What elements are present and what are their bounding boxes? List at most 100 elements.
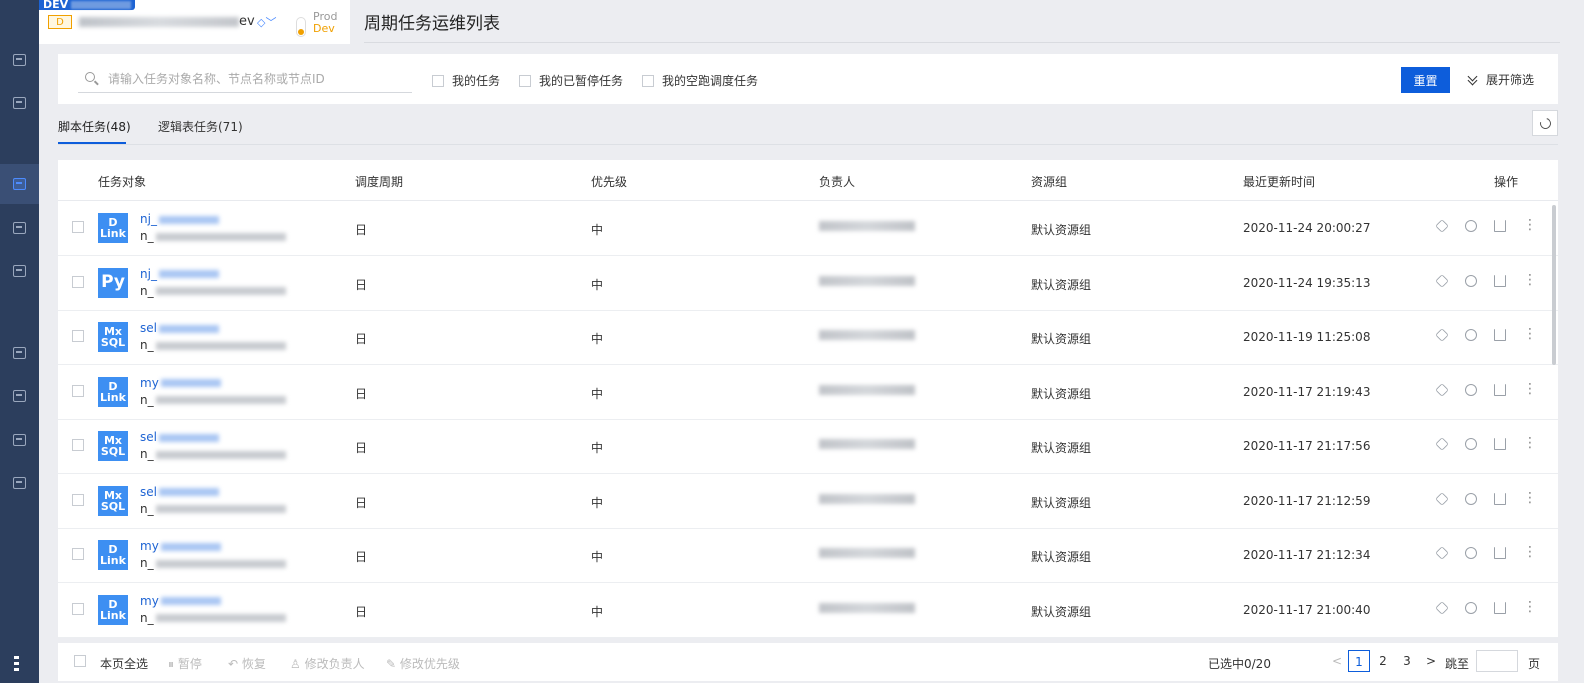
task-name-link[interactable]: my xyxy=(140,539,221,553)
tab-logic-table-tasks[interactable]: 逻辑表任务(71) xyxy=(158,118,243,135)
deploy-icon[interactable] xyxy=(1494,547,1506,559)
more-icon[interactable]: ⋮ xyxy=(1523,273,1537,287)
rail-item-dashboard[interactable] xyxy=(0,40,39,80)
task-name-link[interactable]: nj_ xyxy=(140,212,219,226)
pause-button[interactable]: ⏸ 暂停 xyxy=(168,655,202,672)
link-icon[interactable] xyxy=(1465,383,1477,396)
more-icon[interactable]: ⋮ xyxy=(1523,218,1537,232)
link-icon[interactable] xyxy=(1465,438,1477,450)
select-all-label[interactable]: 本页全选 xyxy=(100,655,148,672)
filter-my-dry-run-tasks[interactable]: 我的空跑调度任务 xyxy=(642,72,758,89)
page-2[interactable]: 2 xyxy=(1372,650,1394,672)
project-dropdown-icon[interactable]: ◇﹀ xyxy=(257,14,276,30)
rail-item-operations[interactable] xyxy=(0,164,39,204)
more-icon[interactable]: ⋮ xyxy=(1523,436,1537,450)
deploy-icon[interactable] xyxy=(1494,601,1506,614)
table-row[interactable]: D Link nj_ n_ 日 中 默认资源组 2020-11-24 20:00:27 ⋮ xyxy=(58,201,1558,256)
change-priority-button[interactable]: ✎ 修改优先级 xyxy=(386,655,460,672)
row-checkbox[interactable] xyxy=(72,548,84,560)
task-node-name: n_ xyxy=(140,229,286,243)
reset-button[interactable]: 重置 xyxy=(1401,67,1450,93)
deploy-icon[interactable] xyxy=(1494,220,1506,232)
rail-item-quality[interactable] xyxy=(0,333,39,373)
header-owner: 负责人 xyxy=(819,175,856,189)
link-icon[interactable] xyxy=(1465,601,1477,614)
search-input[interactable] xyxy=(106,69,410,89)
change-owner-button[interactable]: ♙ 修改负责人 xyxy=(290,655,365,672)
link-icon[interactable] xyxy=(1465,329,1477,341)
expand-filter-button[interactable]: 展开筛选 xyxy=(1468,71,1534,88)
link-icon[interactable] xyxy=(1465,547,1477,559)
page-3[interactable]: 3 xyxy=(1396,650,1418,672)
deploy-icon[interactable] xyxy=(1494,492,1506,505)
link-icon[interactable] xyxy=(1465,220,1477,232)
cell-priority: 中 xyxy=(591,332,604,346)
menu-icon[interactable] xyxy=(14,653,19,671)
table-row[interactable]: D Link my n_ 日 中 默认资源组 2020-11-17 21:00:40 ⋮ xyxy=(58,583,1558,638)
cell-owner xyxy=(819,384,915,395)
table-row[interactable]: Mx SQL sel n_ 日 中 默认资源组 2020-11-19 11:25:08 ⋮ xyxy=(58,310,1558,365)
more-icon[interactable]: ⋮ xyxy=(1523,382,1537,396)
checkbox[interactable] xyxy=(642,74,654,87)
rail-item-develop[interactable] xyxy=(0,83,39,123)
rail-item-assets[interactable] xyxy=(0,376,39,416)
filter-my-paused-tasks[interactable]: 我的已暂停任务 xyxy=(519,72,623,89)
rail-item-data[interactable] xyxy=(0,208,39,248)
more-icon[interactable]: ⋮ xyxy=(1523,491,1537,505)
more-icon[interactable]: ⋮ xyxy=(1523,545,1537,559)
table-row[interactable]: Mx SQL sel n_ 日 中 默认资源组 2020-11-17 21:17:56 ⋮ xyxy=(58,419,1558,474)
row-checkbox[interactable] xyxy=(72,221,84,233)
task-name-link[interactable]: sel xyxy=(140,321,219,335)
table-row[interactable]: D Link my n_ 日 中 默认资源组 2020-11-17 21:19:43 ⋮ xyxy=(58,365,1558,420)
row-checkbox[interactable] xyxy=(72,493,84,506)
row-checkbox[interactable] xyxy=(72,384,84,397)
resume-button[interactable]: ↶ 恢复 xyxy=(228,655,266,672)
page-1[interactable]: 1 xyxy=(1348,650,1370,672)
deploy-icon[interactable] xyxy=(1494,274,1506,287)
dlink-task-icon: D Link xyxy=(98,213,128,243)
row-checkbox[interactable] xyxy=(72,275,84,288)
dag-icon[interactable] xyxy=(1435,382,1449,397)
deploy-icon[interactable] xyxy=(1494,329,1506,341)
checkbox[interactable] xyxy=(519,74,531,87)
task-name-link[interactable]: my xyxy=(140,376,221,390)
select-all-checkbox[interactable] xyxy=(74,655,86,667)
table-row[interactable]: D Link my n_ 日 中 默认资源组 2020-11-17 21:12:34 ⋮ xyxy=(58,528,1558,583)
checkbox[interactable] xyxy=(432,74,444,87)
refresh-button[interactable] xyxy=(1532,110,1558,136)
link-icon[interactable] xyxy=(1465,274,1477,287)
scrollbar[interactable] xyxy=(1552,205,1556,365)
dag-icon[interactable] xyxy=(1435,437,1449,451)
rail-item-security[interactable] xyxy=(0,420,39,460)
table-row[interactable]: Py nj_ n_ 日 中 默认资源组 2020-11-24 19:35:13 ⋮ xyxy=(58,256,1558,311)
next-page-icon[interactable]: > xyxy=(1426,654,1436,668)
dag-icon[interactable] xyxy=(1435,600,1449,615)
deploy-icon[interactable] xyxy=(1494,438,1506,450)
dag-icon[interactable] xyxy=(1435,273,1449,288)
more-icon[interactable]: ⋮ xyxy=(1523,327,1537,341)
row-checkbox[interactable] xyxy=(72,330,84,342)
dag-icon[interactable] xyxy=(1435,328,1449,342)
tab-script-tasks[interactable]: 脚本任务(48) xyxy=(58,118,131,135)
table-row[interactable]: Mx SQL sel n_ 日 中 默认资源组 2020-11-17 21:12:59 ⋮ xyxy=(58,474,1558,529)
prev-page-icon[interactable]: < xyxy=(1332,654,1342,668)
jump-page-input[interactable] xyxy=(1476,650,1518,672)
link-icon[interactable] xyxy=(1465,492,1477,505)
row-checkbox[interactable] xyxy=(72,439,84,451)
rail-item-analytics[interactable] xyxy=(0,463,39,503)
dag-icon[interactable] xyxy=(1435,491,1449,506)
task-name-link[interactable]: my xyxy=(140,594,221,608)
dag-icon[interactable] xyxy=(1435,219,1449,233)
row-checkbox[interactable] xyxy=(72,602,84,615)
dag-icon[interactable] xyxy=(1435,546,1449,560)
deploy-icon[interactable] xyxy=(1494,383,1506,396)
rail-item-files[interactable] xyxy=(0,251,39,291)
task-name-link[interactable]: sel xyxy=(140,430,219,444)
project-switcher[interactable]: DEV D ev ◇﹀ Prod Dev xyxy=(39,0,350,44)
task-node-name: n_ xyxy=(140,502,286,516)
filter-my-tasks[interactable]: 我的任务 xyxy=(432,72,500,89)
task-name-link[interactable]: sel xyxy=(140,485,219,499)
more-icon[interactable]: ⋮ xyxy=(1523,600,1537,614)
cell-resource: 默认资源组 xyxy=(1031,277,1092,292)
task-name-link[interactable]: nj_ xyxy=(140,267,219,281)
